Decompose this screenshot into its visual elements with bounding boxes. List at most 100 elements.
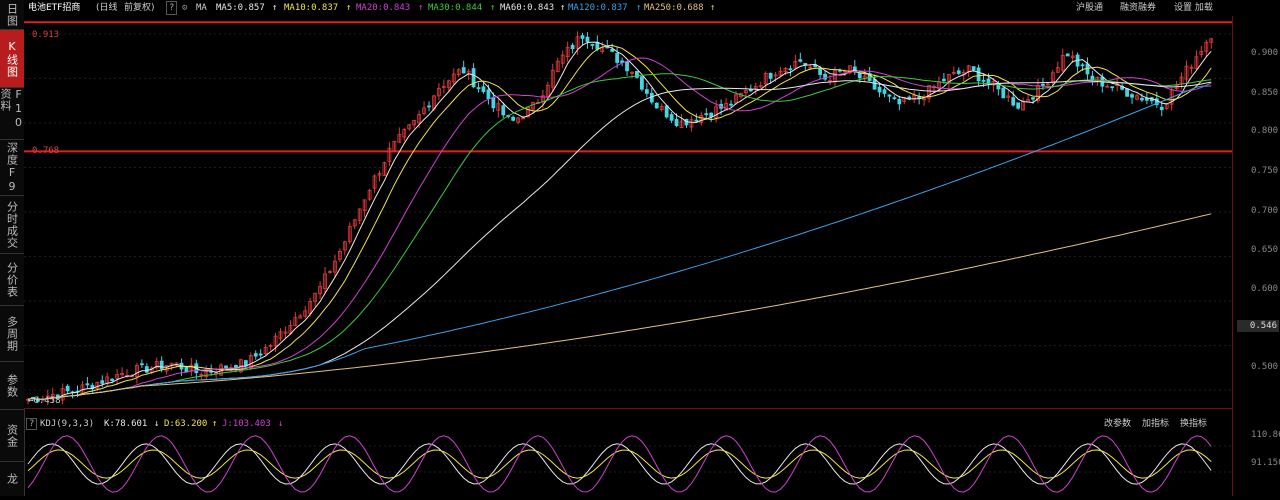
ma20-arrow-icon: ↑ [418,3,424,13]
margin-trading-button[interactable]: 融资融券 [1120,0,1156,16]
sidebar-tab-dragon[interactable]: 龙 [0,462,24,496]
hk-connect-button[interactable]: 沪股通 [1076,0,1103,16]
k-down-icon: ↓ [154,419,160,429]
kdj-d-value: D:63.200 [164,419,208,429]
switch-indicator-button[interactable]: 换指标 [1180,416,1207,432]
candle-body [768,72,773,79]
candle-body [877,86,882,93]
indicator-name: KDJ(9,3,3) [40,419,95,429]
ma-toolbar: 电池ETF招商 (日线 前复权) ? ⚙ MA MA5:0.857 ↑ MA10… [24,0,1280,16]
period-selector[interactable]: (日线 [96,0,118,16]
price-axis: 0.900 0.850 0.800 0.750 0.700 0.650 0.60… [1232,16,1280,496]
security-title: 电池ETF招商 [28,3,81,13]
candle-body [159,360,164,370]
price-chart[interactable]: 0.913 0.768 ←0.458 [24,16,1232,408]
ma250-value: MA250:0.688 [644,3,704,13]
low-price-marker: ←0.458 [28,396,61,406]
panel-divider [24,408,1232,409]
candle-body [243,360,248,367]
kdj-panel[interactable] [24,432,1232,496]
candle-body [258,353,263,356]
price-tick: 0.600 [1251,284,1279,294]
settings-button[interactable]: 设置 加载 [1174,0,1213,16]
param-icon[interactable]: ? [166,1,178,15]
kdj-j-value: J:103.403 [222,419,271,429]
candle-body [956,70,961,74]
candle-body [615,53,620,63]
candle-body [610,49,615,52]
candle-body [818,67,823,75]
candle-body [511,116,516,121]
ma5-arrow-icon: ↑ [272,3,278,13]
left-sidebar: 日图 K线图 F10资料 深度F9 分时成交 分价表 多周期 参数 资金 龙 [0,0,25,496]
candle-body [491,96,496,109]
sidebar-tab-kline[interactable]: K线图 [0,30,24,88]
candle-body [981,79,986,82]
ma-line-ma120 [27,85,1212,400]
candle-body [144,366,149,373]
candle-body [664,105,669,118]
candle-body [640,76,644,90]
candle-body [704,113,709,116]
sidebar-tab-multi-period[interactable]: 多周期 [0,306,24,362]
lower-level-label: 0.768 [32,146,60,156]
kdj-series-line [27,443,1212,485]
candle-body [971,66,976,71]
candle-body [580,35,585,39]
ma10-value: MA10:0.837 [284,3,339,13]
candle-body [110,378,115,382]
candle-body [1016,102,1021,109]
sidebar-tab-depth[interactable]: 深度F9 [0,140,24,196]
kdj-k-value: K:78.601 [104,419,148,429]
candle-body [100,380,105,384]
candle-body [892,97,897,100]
indicator-param-icon[interactable]: ? [26,418,38,430]
sidebar-tab-trades[interactable]: 分时成交 [0,196,24,254]
ma5-value: MA5:0.857 [216,3,265,13]
candle-body [986,78,991,85]
candle-body [184,366,189,373]
ma30-arrow-icon: ↑ [490,3,496,13]
candle-body [1144,97,1149,101]
sidebar-tab-day[interactable]: 日图 [0,0,24,30]
candle-body [917,96,922,99]
candle-body [857,73,862,79]
kdj-chart [24,435,1232,493]
candle-body [788,68,793,71]
candle-body [1080,64,1085,67]
sidebar-tab-f10[interactable]: F10资料 [0,88,25,140]
candle-body [65,385,70,392]
candle-body [674,119,679,127]
candle-body [798,59,803,62]
adjust-selector[interactable]: 前复权) [124,0,155,16]
ma60-arrow-icon: ↑ [560,3,566,13]
candle-body [694,119,699,122]
edit-params-button[interactable]: 改参数 [1104,416,1131,432]
ma-line-ma250 [27,213,1212,400]
upper-level-label: 0.913 [32,30,60,40]
candle-body [1140,97,1144,101]
ma120-arrow-icon: ↑ [636,3,642,13]
candle-body [590,43,595,46]
candle-body [139,363,144,366]
add-indicator-button[interactable]: 加指标 [1142,416,1169,432]
sidebar-tab-price-table[interactable]: 分价表 [0,254,24,306]
candle-body [1130,94,1134,98]
sidebar-tab-funds[interactable]: 资金 [0,410,24,462]
candle-body [1065,53,1070,57]
candle-body [709,112,714,118]
candle-body [1110,86,1115,89]
ma250-arrow-icon: ↑ [710,3,716,13]
ma60-value: MA60:0.843 [500,3,555,13]
sidebar-tab-params[interactable]: 参数 [0,362,24,410]
d-up-icon: ↑ [212,419,218,429]
candle-body [882,89,887,94]
ma-line-ma60 [27,80,1212,400]
ma-line-ma20 [27,57,1212,400]
candlestick-chart [24,21,1232,406]
indicator-tick: 110.860 [1251,430,1280,440]
candle-body [595,41,600,50]
candle-body [481,86,486,92]
candle-body [897,98,902,105]
gear-icon[interactable]: ⚙ [182,0,187,16]
